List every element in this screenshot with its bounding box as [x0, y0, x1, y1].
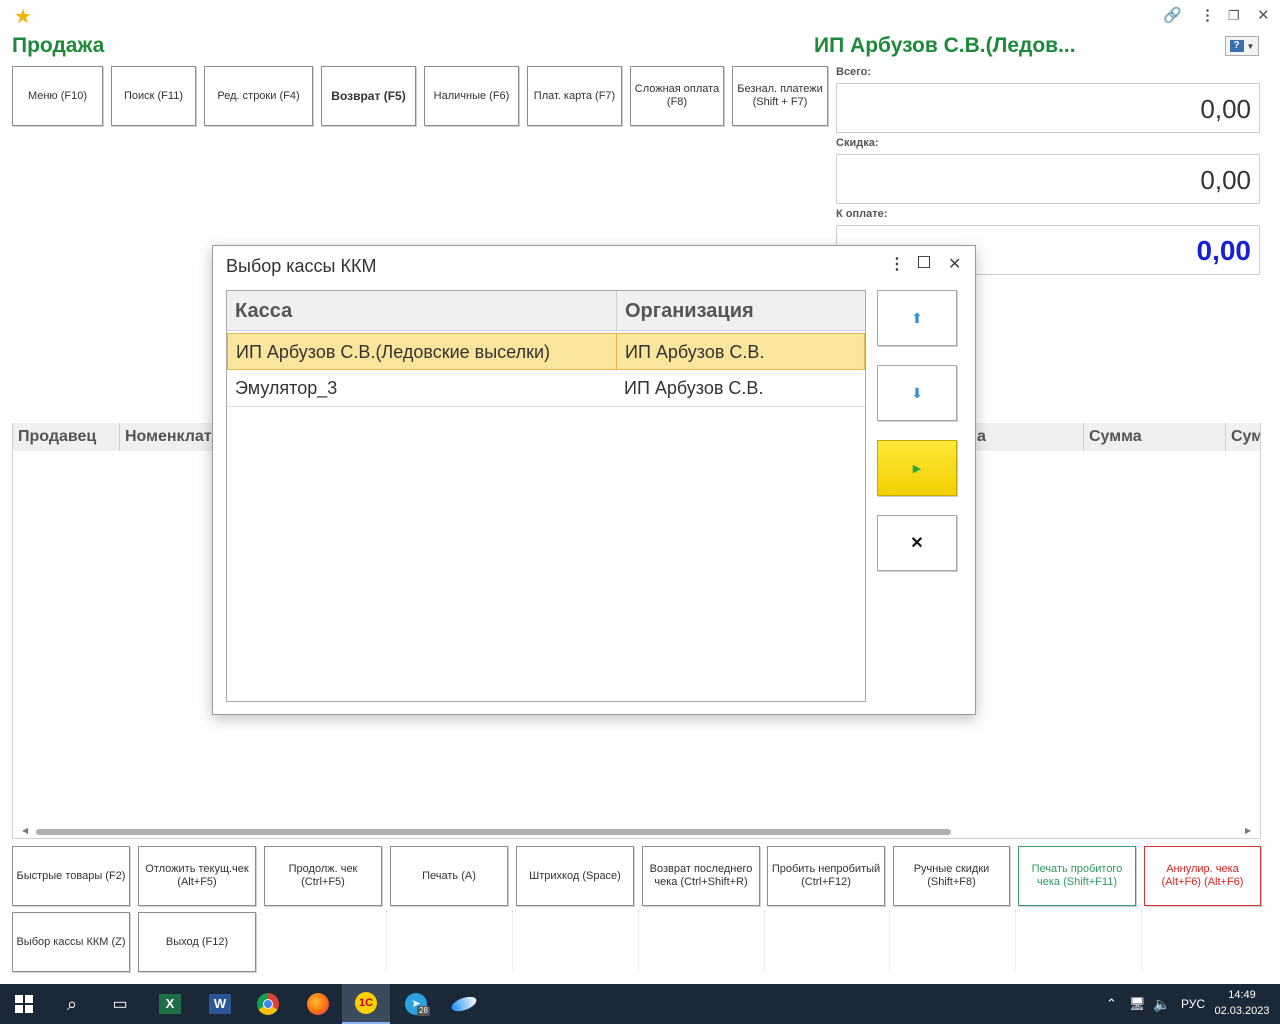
clock[interactable]: 14:49 02.03.2023 — [1212, 987, 1272, 1019]
bottom-panel-divider — [764, 910, 766, 972]
page-title: Продажа — [12, 34, 105, 57]
manual-discounts-button[interactable]: Ручные скидки (Shift+F8) — [893, 846, 1010, 906]
cancel-check-button[interactable]: Аннулир. чека (Alt+F6) (Alt+F6) — [1144, 846, 1261, 906]
grid-header-sum-2[interactable]: Сум — [1226, 423, 1260, 451]
grid-header-price[interactable]: а — [972, 423, 1084, 451]
menu-button[interactable]: Меню (F10) — [12, 66, 103, 126]
bottom-panel-divider — [1141, 910, 1143, 972]
move-up-button[interactable]: ⬆ — [877, 290, 957, 346]
complex-payment-button[interactable]: Сложная оплата (F8) — [630, 66, 724, 126]
total-value: 0,00 — [836, 83, 1260, 133]
return-last-check-button[interactable]: Возврат последнего чека (Ctrl+Shift+R) — [642, 846, 760, 906]
chevron-down-icon: ▼ — [1246, 41, 1255, 51]
barcode-button[interactable]: Штрихкод (Space) — [516, 846, 634, 906]
to-pay-label: К оплате: — [836, 208, 888, 220]
select-kkm-dialog: Выбор кассы ККМ ⋮ ✕ Касса Организация ИП… — [212, 245, 976, 715]
excel-icon[interactable]: X — [146, 984, 194, 1024]
cashless-payment-button[interactable]: Безнал. платежи (Shift + F7) — [732, 66, 828, 126]
word-icon[interactable]: W — [196, 984, 244, 1024]
clock-date: 02.03.2023 — [1214, 1005, 1270, 1017]
help-button[interactable]: ? ▼ — [1225, 36, 1259, 56]
restore-icon[interactable]: ❐ — [1228, 8, 1240, 24]
down-arrow-icon: ⬇ — [911, 384, 923, 401]
help-icon: ? — [1229, 40, 1244, 52]
telegram-icon[interactable]: ➤ 28 — [392, 984, 440, 1024]
grid-header-nomenclature[interactable]: Номенклатура — [120, 423, 220, 451]
select-button[interactable]: ▶ — [877, 440, 957, 496]
cancel-button[interactable]: ✕ — [877, 515, 957, 571]
bottom-panel-divider — [386, 910, 388, 972]
play-icon: ▶ — [912, 462, 922, 475]
bottom-panel-divider — [638, 910, 640, 972]
close-icon[interactable]: ✕ — [1257, 6, 1270, 24]
return-button[interactable]: Возврат (F5) — [321, 66, 416, 126]
close-icon: ✕ — [910, 535, 924, 552]
telegram-badge: 28 — [417, 1006, 430, 1016]
bottom-panel-divider — [512, 910, 514, 972]
dialog-close-icon[interactable]: ✕ — [948, 254, 961, 274]
cash-button[interactable]: Наличные (F6) — [424, 66, 519, 126]
cell-organization: ИП Арбузов С.В. — [624, 378, 764, 398]
total-label: Всего: — [836, 66, 871, 78]
1c-icon[interactable]: 1С — [342, 984, 390, 1024]
dialog-more-icon[interactable]: ⋮ — [889, 254, 905, 274]
quick-goods-button[interactable]: Быстрые товары (F2) — [12, 846, 130, 906]
volume-icon[interactable]: 🔈 — [1153, 984, 1170, 1024]
punch-unpunched-button[interactable]: Пробить непробитый (Ctrl+F12) — [767, 846, 885, 906]
horizontal-scrollbar[interactable]: ◀ ▶ — [13, 826, 1260, 838]
dialog-title: Выбор кассы ККМ — [226, 256, 377, 276]
defer-check-button[interactable]: Отложить текущ.чек (Alt+F5) — [138, 846, 256, 906]
search-icon[interactable]: ⌕ — [48, 984, 96, 1024]
organization-name: ИП Арбузов С.В.(Ледов... — [814, 34, 1076, 57]
grid-header-seller[interactable]: Продавец — [13, 423, 120, 451]
search-button[interactable]: Поиск (F11) — [111, 66, 196, 126]
print-punched-check-button[interactable]: Печать пробитого чека (Shift+F11) — [1018, 846, 1136, 906]
firefox-icon[interactable] — [294, 984, 342, 1024]
language-indicator[interactable]: РУС — [1181, 984, 1205, 1024]
app-icon[interactable] — [440, 984, 488, 1024]
cell-organization: ИП Арбузов С.В. — [625, 342, 765, 362]
cell-kassa: Эмулятор_3 — [235, 378, 338, 398]
continue-check-button[interactable]: Продолж. чек (Ctrl+F5) — [264, 846, 382, 906]
discount-value: 0,00 — [836, 154, 1260, 204]
discount-label: Скидка: — [836, 137, 879, 149]
link-icon[interactable]: 🔗 — [1163, 6, 1182, 24]
windows-start-icon[interactable] — [0, 984, 48, 1024]
kkm-table[interactable]: Касса Организация ИП Арбузов С.В.(Ледовс… — [226, 290, 866, 702]
clock-time: 14:49 — [1228, 989, 1256, 1001]
dialog-maximize-icon[interactable] — [918, 256, 930, 268]
favorite-star-icon[interactable]: ★ — [14, 4, 32, 29]
scroll-right-icon[interactable]: ▶ — [1245, 826, 1251, 835]
cell-kassa: ИП Арбузов С.В.(Ледовские выселки) — [228, 334, 617, 369]
scroll-left-icon[interactable]: ◀ — [22, 826, 28, 835]
task-view-icon[interactable]: ▭ — [96, 984, 144, 1024]
card-button[interactable]: Плат. карта (F7) — [527, 66, 622, 126]
grid-header-sum[interactable]: Сумма — [1084, 423, 1226, 451]
taskbar: ⌕ ▭ X W 1С ➤ 28 ⌃ 🖥 🔈 РУС 14:49 02.03.202… — [0, 984, 1280, 1024]
edit-row-button[interactable]: Ред. строки (F4) — [204, 66, 313, 126]
bottom-panel-divider — [1015, 910, 1017, 972]
table-row[interactable]: ИП Арбузов С.В.(Ледовские выселки) ИП Ар… — [227, 333, 865, 370]
move-down-button[interactable]: ⬇ — [877, 365, 957, 421]
network-icon[interactable]: 🖥 — [1129, 984, 1146, 1024]
chevron-up-icon[interactable]: ⌃ — [1106, 984, 1117, 1024]
table-row[interactable]: Эмулятор_3 ИП Арбузов С.В. — [227, 370, 865, 407]
more-icon[interactable]: ⋮ — [1200, 6, 1215, 24]
chrome-icon[interactable] — [244, 984, 292, 1024]
column-header-kassa[interactable]: Касса — [227, 291, 617, 331]
print-button[interactable]: Печать (A) — [390, 846, 508, 906]
bottom-panel-divider — [889, 910, 891, 972]
scrollbar-thumb[interactable] — [36, 829, 951, 835]
column-header-organization[interactable]: Организация — [617, 291, 865, 331]
select-kkm-button[interactable]: Выбор кассы ККМ (Z) — [12, 912, 130, 972]
up-arrow-icon: ⬆ — [911, 309, 923, 326]
exit-button[interactable]: Выход (F12) — [138, 912, 256, 972]
